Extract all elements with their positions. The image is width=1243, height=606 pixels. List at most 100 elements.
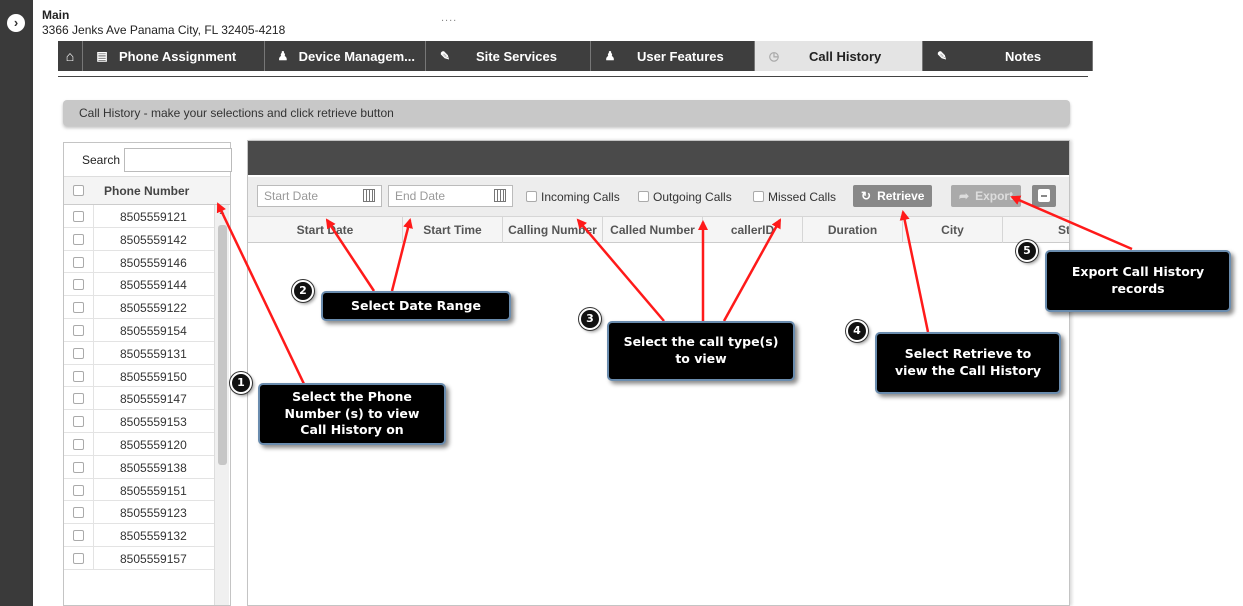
row-divider: [93, 501, 94, 524]
phone-row-checkbox[interactable]: [73, 211, 84, 222]
phone-row[interactable]: 8505559142: [64, 227, 214, 251]
pencil-icon: ✎: [936, 49, 948, 63]
tab-site-services[interactable]: ✎ Site Services: [426, 41, 591, 71]
phone-number-header: Phone Number: [104, 184, 190, 198]
left-nav-strip: ›: [0, 0, 33, 606]
col-start-date[interactable]: Start Date: [248, 217, 403, 243]
phone-number: 8505559157: [120, 551, 187, 566]
phone-row[interactable]: 8505559150: [64, 364, 214, 388]
checkbox-box[interactable]: [753, 191, 764, 202]
phone-row[interactable]: 8505559157: [64, 546, 214, 570]
tab-call-history[interactable]: ◷ Call History: [755, 41, 923, 71]
phone-row[interactable]: 8505559131: [64, 341, 214, 365]
col-state[interactable]: State: [1003, 217, 1069, 243]
phone-row-checkbox[interactable]: [73, 256, 84, 268]
phone-row-checkbox[interactable]: [73, 552, 84, 564]
filter-toolbar: Start Date End Date Incoming Calls Outgo…: [248, 177, 1069, 217]
callout-date-range: Select Date Range: [321, 291, 511, 321]
end-date-input[interactable]: End Date: [388, 185, 513, 207]
checkbox-box[interactable]: [638, 191, 649, 202]
phone-row-checkbox[interactable]: [73, 438, 84, 450]
phone-row[interactable]: 8505559122: [64, 296, 214, 319]
tab-user-features[interactable]: ♟ User Features: [591, 41, 755, 71]
phone-row[interactable]: 8505559144: [64, 273, 214, 297]
col-called-number[interactable]: Called Number: [603, 217, 703, 243]
user-icon: ♟: [604, 49, 616, 63]
phone-row-checkbox[interactable]: [73, 393, 84, 405]
callout-select-phone: Select the Phone Number (s) to view Call…: [258, 383, 446, 445]
phone-row-checkbox[interactable]: [73, 484, 84, 496]
phone-number: 8505559153: [120, 415, 187, 430]
phone-row-checkbox[interactable]: [73, 416, 84, 428]
scroll-up-icon[interactable]: ▲: [218, 207, 226, 216]
col-city[interactable]: City: [903, 217, 1003, 243]
tab-notes[interactable]: ✎ Notes: [923, 41, 1093, 71]
phone-row-checkbox[interactable]: [73, 233, 84, 245]
phone-row[interactable]: 8505559123: [64, 501, 214, 525]
step-3-badge: 3: [579, 308, 601, 330]
edit-icon: ✎: [439, 49, 451, 63]
export-button[interactable]: ➦ Export: [951, 185, 1022, 207]
phone-row[interactable]: 8505559154: [64, 318, 214, 342]
start-date-input[interactable]: Start Date: [257, 185, 382, 207]
incoming-calls-checkbox[interactable]: Incoming Calls: [526, 190, 620, 204]
checkbox-box[interactable]: [526, 191, 537, 202]
phone-row-checkbox[interactable]: [73, 530, 84, 542]
phone-list-scrollbar[interactable]: ▲: [214, 205, 229, 605]
screen: › Main 3366 Jenks Ave Panama City, FL 32…: [0, 0, 1243, 606]
missed-calls-checkbox[interactable]: Missed Calls: [753, 190, 836, 204]
phone-number: 8505559150: [120, 369, 187, 384]
col-caller-id[interactable]: callerID: [703, 217, 803, 243]
print-button[interactable]: [1032, 185, 1056, 207]
phone-row[interactable]: 8505559120: [64, 432, 214, 456]
tab-label: Call History: [809, 48, 882, 64]
more-handle[interactable]: ....: [441, 12, 457, 24]
phone-row-checkbox[interactable]: [73, 370, 84, 382]
tab-phone-assignment[interactable]: ▤ Phone Assignment: [83, 41, 265, 71]
col-calling-number[interactable]: Calling Number: [503, 217, 603, 243]
search-label: Search: [82, 153, 121, 167]
print-icon: [1038, 189, 1050, 202]
phone-row-checkbox[interactable]: [73, 347, 84, 359]
tab-underline: [58, 76, 1088, 77]
tab-label: Notes: [1005, 48, 1042, 64]
col-start-time[interactable]: Start Time: [403, 217, 503, 243]
clock-icon: ◷: [768, 49, 780, 63]
phone-row-checkbox[interactable]: [73, 302, 84, 314]
outgoing-calls-checkbox[interactable]: Outgoing Calls: [638, 190, 732, 204]
phone-row-checkbox[interactable]: [73, 461, 84, 473]
retrieve-button[interactable]: ↻ Retrieve: [853, 185, 933, 207]
row-divider: [93, 296, 94, 318]
instruction-bar: Call History - make your selections and …: [63, 100, 1070, 126]
calendar-icon[interactable]: [363, 189, 375, 202]
tab-device-management[interactable]: ♟ Device Managem...: [265, 41, 426, 71]
select-all-checkbox[interactable]: [73, 185, 84, 196]
phone-row[interactable]: 8505559121: [64, 205, 214, 228]
phone-rows: 8505559121 8505559142 8505559146 8505559144…: [64, 205, 214, 570]
phone-row[interactable]: 8505559153: [64, 410, 214, 433]
column-header-row: Start Date Start Time Calling Number Cal…: [248, 217, 1069, 243]
phone-row-checkbox[interactable]: [73, 507, 84, 519]
tab-home[interactable]: ⌂: [58, 41, 83, 71]
site-address: 3366 Jenks Ave Panama City, FL 32405-421…: [42, 23, 286, 37]
phone-number: 8505559132: [120, 529, 187, 544]
phone-row[interactable]: 8505559146: [64, 250, 214, 274]
phone-row[interactable]: 8505559132: [64, 524, 214, 547]
col-duration[interactable]: Duration: [803, 217, 903, 243]
phone-search-input[interactable]: [124, 148, 232, 172]
row-divider: [93, 341, 94, 364]
scrollbar-thumb[interactable]: [218, 225, 227, 465]
expand-icon[interactable]: ›: [7, 14, 25, 32]
phone-number: 8505559120: [120, 437, 187, 452]
phone-row-checkbox[interactable]: [73, 324, 84, 336]
step-1-badge: 1: [230, 372, 252, 394]
phone-row[interactable]: 8505559147: [64, 387, 214, 411]
export-label: Export: [975, 189, 1014, 203]
site-title: Main: [42, 8, 70, 22]
phone-row[interactable]: 8505559138: [64, 455, 214, 479]
phone-row-checkbox[interactable]: [73, 279, 84, 291]
tab-label: User Features: [637, 48, 724, 64]
phone-row[interactable]: 8505559151: [64, 478, 214, 502]
phone-number: 8505559147: [120, 392, 187, 407]
calendar-icon[interactable]: [494, 189, 506, 202]
